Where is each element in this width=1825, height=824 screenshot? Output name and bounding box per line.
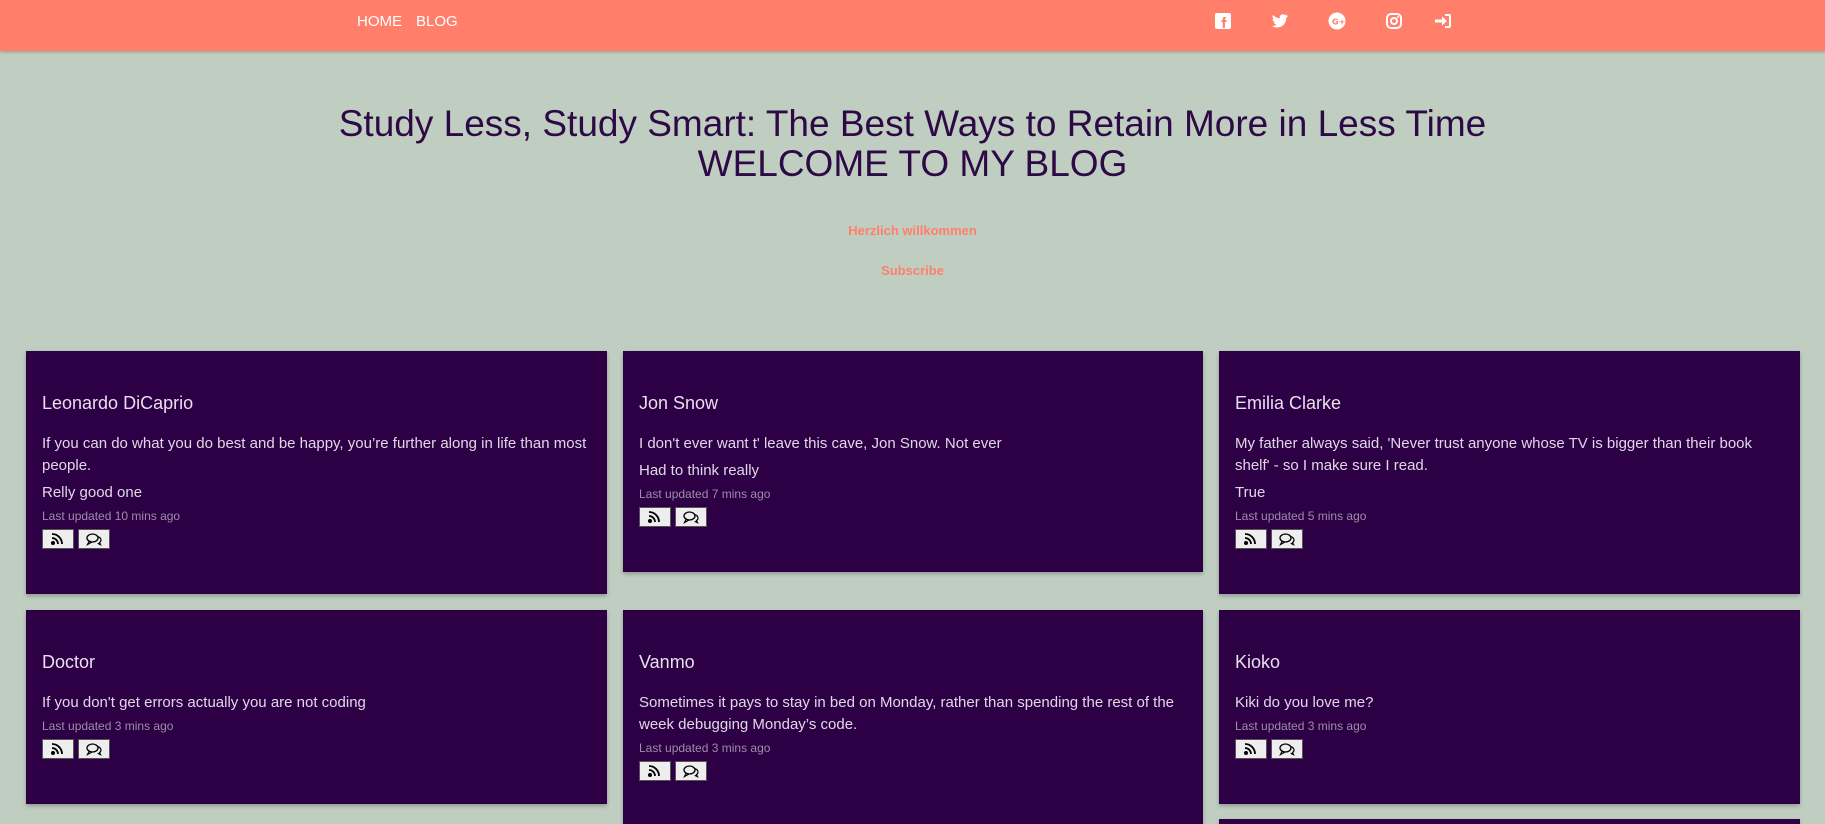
comment-action-button[interactable] <box>78 739 110 759</box>
top-navbar: HOME BLOG G+ <box>0 0 1825 51</box>
post-title: Leonardo DiCaprio <box>42 393 194 413</box>
post-updated: Last updated 3 mins ago <box>1235 719 1367 733</box>
comments-icon <box>683 765 699 778</box>
blog-icon <box>648 511 660 523</box>
comment-action-button[interactable] <box>1271 529 1303 549</box>
page-title: Study Less, Study Smart: The Best Ways t… <box>0 104 1825 184</box>
blog-action-button[interactable] <box>639 761 671 781</box>
post-title: Jon Snow <box>639 393 719 413</box>
blog-action-button[interactable] <box>1235 529 1267 549</box>
post-updated: Last updated 3 mins ago <box>42 719 174 733</box>
facebook-icon[interactable] <box>1214 12 1232 30</box>
subscribe-link[interactable]: Subscribe <box>0 263 1825 278</box>
post-actions <box>639 507 1187 527</box>
google-plus-icon[interactable]: G+ <box>1328 12 1346 30</box>
post-text: Kiki do you love me? <box>1235 694 1374 711</box>
post-title: Emilia Clarke <box>1235 393 1342 413</box>
blog-action-button[interactable] <box>42 739 74 759</box>
blog-action-button[interactable] <box>1235 739 1267 759</box>
sign-in-icon[interactable] <box>1434 12 1452 30</box>
comments-icon <box>1279 743 1295 756</box>
post-title: Kioko <box>1235 652 1281 672</box>
post-card: Kioko Kiki do you love me? Last updated … <box>1219 610 1800 804</box>
comment-action-button[interactable] <box>675 761 707 781</box>
blog-icon <box>648 765 660 777</box>
twitter-icon[interactable] <box>1271 12 1289 30</box>
svg-text:G+: G+ <box>1332 18 1345 27</box>
post-card: Vanmo Sometimes it pays to stay in bed o… <box>623 610 1203 824</box>
post-text: If you can do what you do best and be ha… <box>42 435 587 474</box>
comments-icon <box>86 533 102 546</box>
blog-icon <box>51 743 63 755</box>
post-updated: Last updated 5 mins ago <box>1235 509 1367 523</box>
post-text: Sometimes it pays to stay in bed on Mond… <box>639 694 1175 733</box>
social-icons: G+ <box>0 12 1825 32</box>
post-actions <box>639 761 1187 781</box>
post-actions <box>42 529 591 549</box>
post-card-partial <box>1219 819 1800 824</box>
post-actions <box>1235 739 1784 759</box>
comment-action-button[interactable] <box>78 529 110 549</box>
blog-icon <box>1244 533 1256 545</box>
post-comment: True <box>1235 484 1266 501</box>
blog-icon <box>1244 743 1256 755</box>
blog-icon <box>51 533 63 545</box>
comments-icon <box>86 743 102 756</box>
post-title: Vanmo <box>639 652 695 672</box>
comment-action-button[interactable] <box>675 507 707 527</box>
comments-icon <box>683 511 699 524</box>
blog-action-button[interactable] <box>639 507 671 527</box>
post-card: Jon Snow I don't ever want t' leave this… <box>623 351 1203 572</box>
post-updated: Last updated 3 mins ago <box>639 741 771 755</box>
post-comment: Had to think really <box>639 462 760 479</box>
page-title-line1: Study Less, Study Smart: The Best Ways t… <box>338 103 1487 144</box>
comment-action-button[interactable] <box>1271 739 1303 759</box>
blog-action-button[interactable] <box>42 529 74 549</box>
post-card: Leonardo DiCaprio If you can do what you… <box>26 351 607 594</box>
post-text: If you don't get errors actually you are… <box>42 694 366 711</box>
post-actions <box>42 739 591 759</box>
post-title: Doctor <box>42 652 96 672</box>
post-updated: Last updated 10 mins ago <box>42 509 181 523</box>
post-card: Doctor If you don't get errors actually … <box>26 610 607 804</box>
greeting-link[interactable]: Herzlich willkommen <box>0 223 1825 238</box>
post-actions <box>1235 529 1784 549</box>
post-text: I don't ever want t' leave this cave, Jo… <box>639 435 1002 452</box>
post-comment: Relly good one <box>42 484 143 501</box>
instagram-icon[interactable] <box>1385 12 1403 30</box>
post-card: Emilia Clarke My father always said, 'Ne… <box>1219 351 1800 594</box>
post-updated: Last updated 7 mins ago <box>639 487 771 501</box>
page-title-line2: WELCOME TO MY BLOG <box>697 143 1128 184</box>
post-text: My father always said, 'Never trust anyo… <box>1235 435 1753 474</box>
comments-icon <box>1279 533 1295 546</box>
